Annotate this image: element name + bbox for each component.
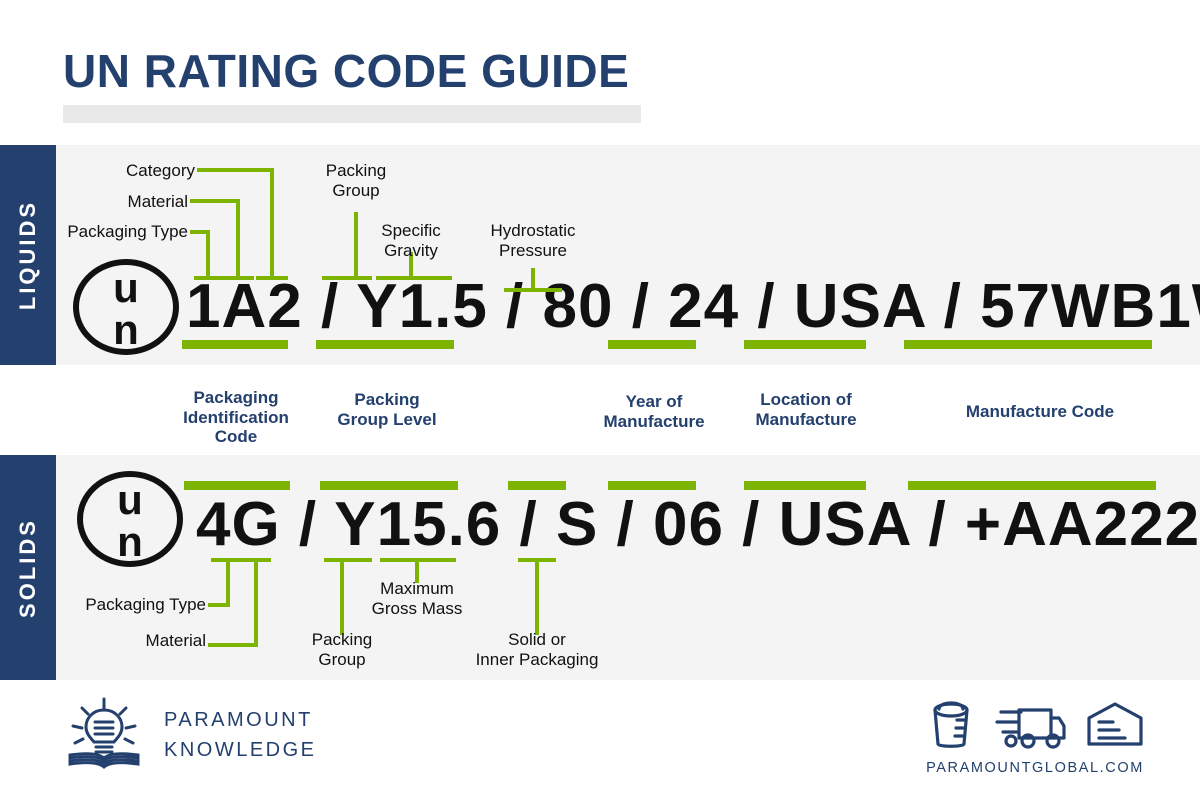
caption-lom-line1: Location of (760, 390, 852, 409)
solids-callout-material: Material (145, 631, 206, 650)
liquids-callout-specific-gravity: Specific Gravity (361, 221, 461, 261)
liquids-callout-material: Material (127, 192, 188, 211)
liquids-underline-packaging-id (182, 340, 288, 349)
warehouse-icon (1087, 702, 1143, 746)
logo-line-2: KNOWLEDGE (164, 739, 317, 761)
brand-website-url[interactable]: PARAMOUNTGLOBAL.COM (925, 760, 1145, 776)
caption-year-of-manufacture: Year of Manufacture (586, 392, 722, 431)
liquids-underline-packing-group (316, 340, 454, 349)
liquids-underline-location (744, 340, 866, 349)
paramount-knowledge-logo[interactable]: PARAMOUNT KNOWLEDGE (62, 696, 317, 774)
solids-callout-max-gross-mass: Maximum Gross Mass (357, 579, 477, 619)
caption-lom-line2: Manufacture (755, 409, 857, 429)
liquids-underline-year (608, 340, 696, 349)
page-title: UN RATING CODE GUIDE (63, 45, 630, 97)
liquids-callout-packaging-type: Packaging Type (67, 222, 188, 241)
delivery-truck-icon (995, 708, 1066, 749)
caption-yom-line2: Manufacture (603, 411, 705, 431)
solids-callout-mgm-line2: Gross Mass (371, 599, 463, 619)
logo-line-1: PARAMOUNT (164, 709, 313, 731)
solids-callout-packing-group-line2: Group (318, 650, 366, 670)
title-underline-bar (63, 105, 641, 123)
caption-pic-line2: Identification (183, 407, 289, 427)
logo-text-block: PARAMOUNT KNOWLEDGE (164, 705, 317, 765)
solids-callout-soi-line1: Solid or (508, 630, 566, 649)
liquids-callout-specific-gravity-line1: Specific (381, 221, 441, 240)
brand-footer: PARAMOUNTGLOBAL.COM (925, 696, 1145, 776)
caption-pgl-line2: Group Level (337, 409, 437, 429)
solids-callout-packing-group: Packing Group (292, 630, 392, 670)
caption-packaging-identification-code: Packaging Identification Code (166, 388, 306, 447)
caption-manufacture-code: Manufacture Code (965, 402, 1115, 421)
caption-pic-line1: Packaging (193, 388, 279, 407)
caption-pic-line3: Code (214, 427, 258, 447)
caption-pgl-line1: Packing (354, 390, 420, 409)
brand-icon-row (925, 696, 1145, 752)
bucket-icon (933, 701, 969, 748)
liquids-callout-packing-group-line2: Group (332, 181, 380, 201)
caption-yom-line1: Year of (625, 392, 683, 411)
infographic-canvas: UN RATING CODE GUIDE LIQUIDS u n 1A2 / Y… (0, 0, 1200, 800)
liquids-callout-packing-group: Packing Group (306, 161, 406, 201)
lightbulb-book-icon (68, 697, 140, 769)
solids-callout-packing-group-line1: Packing (311, 630, 373, 649)
liquids-underline-manufacture-code (904, 340, 1152, 349)
liquids-callout-hydrostatic-pressure: Hydrostatic Pressure (473, 221, 593, 261)
liquids-callout-specific-gravity-line2: Gravity (384, 241, 438, 261)
solids-callout-packaging-type: Packaging Type (85, 595, 206, 614)
page-title-wrap: UN RATING CODE GUIDE (63, 48, 629, 94)
liquids-callout-packing-group-line1: Packing (325, 161, 387, 180)
solids-callout-mgm-line1: Maximum (380, 579, 454, 598)
caption-location-of-manufacture: Location of Manufacture (732, 390, 880, 429)
liquids-callout-category: Category (126, 161, 195, 180)
liquids-callout-hydrostatic-line2: Pressure (498, 241, 568, 261)
solids-callout-solid-or-inner-packaging: Solid or Inner Packaging (463, 630, 611, 670)
solids-callout-soi-line2: Inner Packaging (475, 650, 599, 670)
liquids-callout-hydrostatic-line1: Hydrostatic (490, 221, 576, 240)
caption-packing-group-level: Packing Group Level (312, 390, 462, 429)
